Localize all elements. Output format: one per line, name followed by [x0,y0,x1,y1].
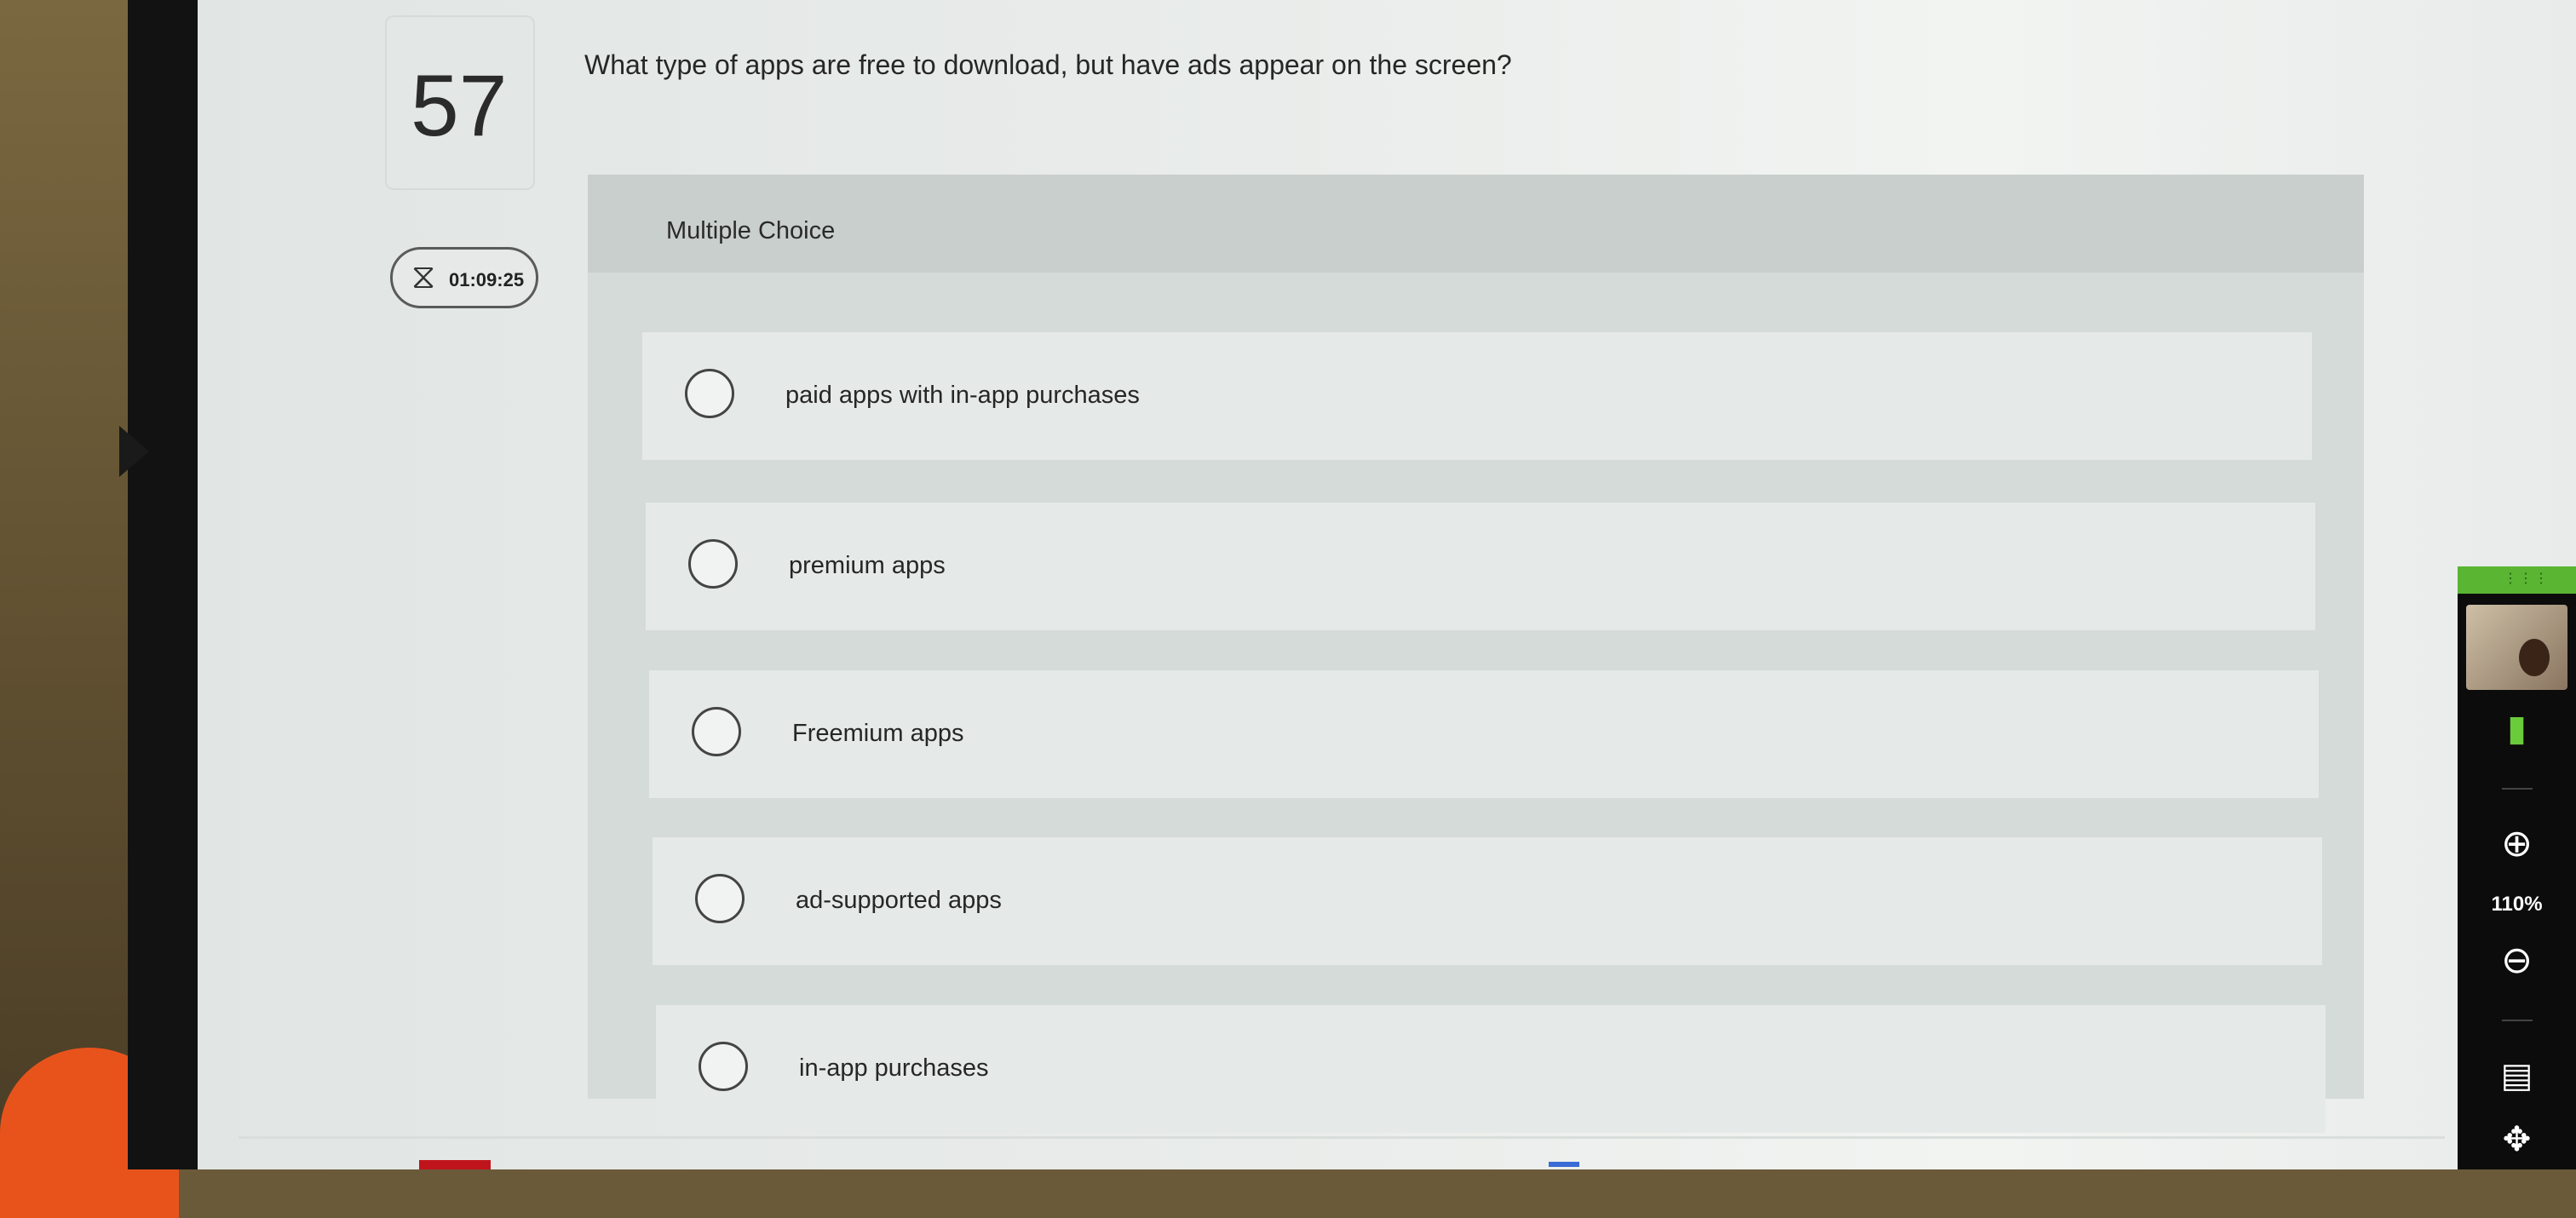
hourglass-icon: ⧖ [411,258,436,296]
bottom-blue-indicator [1549,1162,1579,1167]
question-type-label: Multiple Choice [666,217,836,244]
answer-option[interactable]: in-app purchases [656,1005,2326,1133]
bezel-shadow [119,426,149,477]
radio-button[interactable] [685,369,734,418]
battery-icon: ▮ [2506,708,2527,748]
answer-option[interactable]: paid apps with in-app purchases [642,332,2312,460]
side-toolbar: ⋮⋮⋮ ▮ ⊕ 110% ⊖ ▤ ✥ [2458,566,2576,1169]
webcam-preview [2466,605,2567,690]
answer-option-label: in-app purchases [799,1054,989,1082]
answer-option[interactable]: ad-supported apps [653,837,2322,965]
grip-icon: ⋮⋮⋮ [2504,572,2550,586]
answer-option[interactable]: premium apps [646,503,2315,630]
comment-icon[interactable]: ▤ [2458,1056,2576,1095]
zoom-out-icon[interactable]: ⊖ [2458,939,2576,982]
radio-button[interactable] [688,539,738,589]
toolbar-divider [2502,1020,2533,1021]
zoom-in-icon[interactable]: ⊕ [2458,822,2576,865]
bottom-red-tab [419,1160,491,1169]
answer-option-label: Freemium apps [792,720,964,747]
zoom-level: 110% [2491,893,2543,916]
timer-badge: ⧖ 01:09:25 [390,247,538,308]
answer-option-label: paid apps with in-app purchases [785,382,1140,409]
panel-header: Multiple Choice [588,175,2364,273]
monitor-bezel [128,0,204,1169]
question-number: 57 [411,57,508,154]
toolbar-divider [2502,788,2533,790]
toolbar-drag-handle[interactable]: ⋮⋮⋮ [2458,566,2576,594]
answer-option-label: premium apps [789,552,946,579]
radio-button[interactable] [699,1042,748,1091]
radio-button[interactable] [695,874,745,923]
webcam-person [2519,639,2550,676]
answer-option-label: ad-supported apps [796,887,1002,914]
question-text: What type of apps are free to download, … [584,49,1512,80]
bottom-divider [239,1136,2445,1139]
move-icon[interactable]: ✥ [2458,1120,2576,1159]
answer-option[interactable]: Freemium apps [649,670,2319,798]
radio-button[interactable] [692,707,741,756]
answer-panel: Multiple Choice paid apps with in-app pu… [588,175,2364,1133]
timer-text: 01:09:25 [449,269,525,290]
